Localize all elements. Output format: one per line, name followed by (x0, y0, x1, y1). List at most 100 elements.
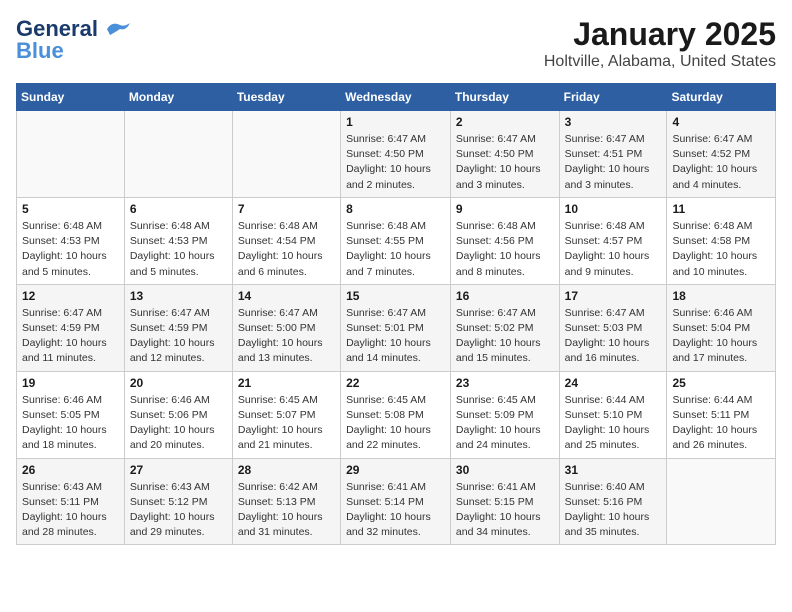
calendar-cell: 20 Sunrise: 6:46 AM Sunset: 5:06 PM Dayli… (124, 371, 232, 458)
day-number: 5 (22, 202, 119, 216)
calendar-week-row: 1 Sunrise: 6:47 AM Sunset: 4:50 PM Daylig… (17, 111, 776, 198)
calendar-subtitle: Holtville, Alabama, United States (544, 53, 776, 71)
day-info: Sunrise: 6:48 AM Sunset: 4:56 PM Dayligh… (456, 219, 554, 280)
day-info: Sunrise: 6:47 AM Sunset: 5:03 PM Dayligh… (565, 306, 662, 367)
calendar-table: SundayMondayTuesdayWednesdayThursdayFrid… (16, 83, 776, 545)
day-number: 13 (130, 289, 227, 303)
day-info: Sunrise: 6:40 AM Sunset: 5:16 PM Dayligh… (565, 480, 662, 541)
day-info: Sunrise: 6:44 AM Sunset: 5:11 PM Dayligh… (672, 393, 770, 454)
day-number: 25 (672, 376, 770, 390)
calendar-week-row: 26 Sunrise: 6:43 AM Sunset: 5:11 PM Dayli… (17, 458, 776, 545)
day-number: 27 (130, 463, 227, 477)
day-info: Sunrise: 6:46 AM Sunset: 5:06 PM Dayligh… (130, 393, 227, 454)
header-wednesday: Wednesday (341, 84, 451, 111)
day-number: 6 (130, 202, 227, 216)
calendar-cell (124, 111, 232, 198)
day-info: Sunrise: 6:46 AM Sunset: 5:04 PM Dayligh… (672, 306, 770, 367)
logo-text-blue: Blue (16, 38, 64, 64)
day-number: 4 (672, 115, 770, 129)
calendar-cell: 27 Sunrise: 6:43 AM Sunset: 5:12 PM Dayli… (124, 458, 232, 545)
calendar-cell (232, 111, 340, 198)
title-block: January 2025 Holtville, Alabama, United … (544, 16, 776, 71)
day-number: 19 (22, 376, 119, 390)
calendar-cell: 31Sunrise: 6:40 AM Sunset: 5:16 PM Dayli… (559, 458, 667, 545)
calendar-cell: 17 Sunrise: 6:47 AM Sunset: 5:03 PM Dayli… (559, 284, 667, 371)
calendar-header-row: SundayMondayTuesdayWednesdayThursdayFrid… (17, 84, 776, 111)
day-number: 16 (456, 289, 554, 303)
day-info: Sunrise: 6:41 AM Sunset: 5:14 PM Dayligh… (346, 480, 445, 541)
calendar-cell: 25 Sunrise: 6:44 AM Sunset: 5:11 PM Dayli… (667, 371, 776, 458)
day-info: Sunrise: 6:41 AM Sunset: 5:15 PM Dayligh… (456, 480, 554, 541)
header-tuesday: Tuesday (232, 84, 340, 111)
day-info: Sunrise: 6:42 AM Sunset: 5:13 PM Dayligh… (238, 480, 335, 541)
calendar-cell: 1 Sunrise: 6:47 AM Sunset: 4:50 PM Daylig… (341, 111, 451, 198)
day-info: Sunrise: 6:46 AM Sunset: 5:05 PM Dayligh… (22, 393, 119, 454)
calendar-cell (667, 458, 776, 545)
calendar-cell: 30Sunrise: 6:41 AM Sunset: 5:15 PM Dayli… (450, 458, 559, 545)
day-number: 8 (346, 202, 445, 216)
calendar-cell: 28 Sunrise: 6:42 AM Sunset: 5:13 PM Dayli… (232, 458, 340, 545)
calendar-cell: 16 Sunrise: 6:47 AM Sunset: 5:02 PM Dayli… (450, 284, 559, 371)
calendar-cell: 23 Sunrise: 6:45 AM Sunset: 5:09 PM Dayli… (450, 371, 559, 458)
calendar-cell: 7 Sunrise: 6:48 AM Sunset: 4:54 PM Daylig… (232, 197, 340, 284)
calendar-cell: 19 Sunrise: 6:46 AM Sunset: 5:05 PM Dayli… (17, 371, 125, 458)
day-number: 7 (238, 202, 335, 216)
calendar-cell: 18 Sunrise: 6:46 AM Sunset: 5:04 PM Dayli… (667, 284, 776, 371)
calendar-week-row: 19 Sunrise: 6:46 AM Sunset: 5:05 PM Dayli… (17, 371, 776, 458)
day-info: Sunrise: 6:47 AM Sunset: 4:59 PM Dayligh… (130, 306, 227, 367)
logo-bird-icon (102, 19, 132, 39)
day-info: Sunrise: 6:45 AM Sunset: 5:09 PM Dayligh… (456, 393, 554, 454)
day-number: 26 (22, 463, 119, 477)
calendar-cell: 24 Sunrise: 6:44 AM Sunset: 5:10 PM Dayli… (559, 371, 667, 458)
day-info: Sunrise: 6:47 AM Sunset: 4:50 PM Dayligh… (346, 132, 445, 193)
calendar-week-row: 12Sunrise: 6:47 AM Sunset: 4:59 PM Dayli… (17, 284, 776, 371)
day-number: 22 (346, 376, 445, 390)
day-number: 15 (346, 289, 445, 303)
header-sunday: Sunday (17, 84, 125, 111)
calendar-cell: 29 Sunrise: 6:41 AM Sunset: 5:14 PM Dayli… (341, 458, 451, 545)
day-number: 18 (672, 289, 770, 303)
header-monday: Monday (124, 84, 232, 111)
day-info: Sunrise: 6:43 AM Sunset: 5:12 PM Dayligh… (130, 480, 227, 541)
day-info: Sunrise: 6:48 AM Sunset: 4:57 PM Dayligh… (565, 219, 662, 280)
day-info: Sunrise: 6:48 AM Sunset: 4:54 PM Dayligh… (238, 219, 335, 280)
day-number: 29 (346, 463, 445, 477)
day-info: Sunrise: 6:48 AM Sunset: 4:55 PM Dayligh… (346, 219, 445, 280)
day-info: Sunrise: 6:47 AM Sunset: 5:00 PM Dayligh… (238, 306, 335, 367)
day-number: 23 (456, 376, 554, 390)
calendar-cell: 22Sunrise: 6:45 AM Sunset: 5:08 PM Dayli… (341, 371, 451, 458)
calendar-cell: 6Sunrise: 6:48 AM Sunset: 4:53 PM Daylig… (124, 197, 232, 284)
day-number: 3 (565, 115, 662, 129)
day-info: Sunrise: 6:47 AM Sunset: 4:51 PM Dayligh… (565, 132, 662, 193)
day-info: Sunrise: 6:45 AM Sunset: 5:07 PM Dayligh… (238, 393, 335, 454)
calendar-cell: 26 Sunrise: 6:43 AM Sunset: 5:11 PM Dayli… (17, 458, 125, 545)
day-info: Sunrise: 6:47 AM Sunset: 4:52 PM Dayligh… (672, 132, 770, 193)
day-number: 14 (238, 289, 335, 303)
day-number: 10 (565, 202, 662, 216)
calendar-cell: 10 Sunrise: 6:48 AM Sunset: 4:57 PM Dayli… (559, 197, 667, 284)
day-number: 17 (565, 289, 662, 303)
day-info: Sunrise: 6:47 AM Sunset: 5:02 PM Dayligh… (456, 306, 554, 367)
calendar-cell: 8 Sunrise: 6:48 AM Sunset: 4:55 PM Daylig… (341, 197, 451, 284)
day-info: Sunrise: 6:44 AM Sunset: 5:10 PM Dayligh… (565, 393, 662, 454)
calendar-cell: 15 Sunrise: 6:47 AM Sunset: 5:01 PM Dayli… (341, 284, 451, 371)
header-friday: Friday (559, 84, 667, 111)
day-info: Sunrise: 6:47 AM Sunset: 4:50 PM Dayligh… (456, 132, 554, 193)
calendar-cell: 3 Sunrise: 6:47 AM Sunset: 4:51 PM Daylig… (559, 111, 667, 198)
header-saturday: Saturday (667, 84, 776, 111)
logo: General Blue (16, 16, 132, 64)
day-info: Sunrise: 6:47 AM Sunset: 4:59 PM Dayligh… (22, 306, 119, 367)
day-info: Sunrise: 6:47 AM Sunset: 5:01 PM Dayligh… (346, 306, 445, 367)
day-number: 20 (130, 376, 227, 390)
day-number: 24 (565, 376, 662, 390)
day-info: Sunrise: 6:43 AM Sunset: 5:11 PM Dayligh… (22, 480, 119, 541)
day-number: 1 (346, 115, 445, 129)
day-number: 21 (238, 376, 335, 390)
day-number: 28 (238, 463, 335, 477)
page-header: General Blue January 2025 Holtville, Ala… (16, 16, 776, 71)
calendar-cell: 13 Sunrise: 6:47 AM Sunset: 4:59 PM Dayli… (124, 284, 232, 371)
calendar-cell (17, 111, 125, 198)
day-number: 9 (456, 202, 554, 216)
calendar-cell: 9 Sunrise: 6:48 AM Sunset: 4:56 PM Daylig… (450, 197, 559, 284)
day-info: Sunrise: 6:48 AM Sunset: 4:53 PM Dayligh… (22, 219, 119, 280)
